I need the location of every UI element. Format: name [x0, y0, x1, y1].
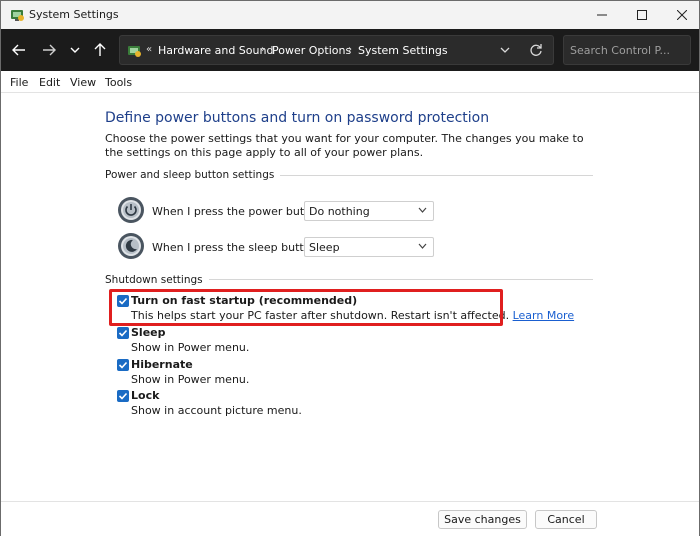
power-button-label: When I press the power button:	[152, 205, 326, 218]
breadcrumb-separator-icon[interactable]: ›	[348, 44, 352, 55]
address-bar[interactable]: « Hardware and Sound › Power Options › S…	[119, 35, 554, 65]
sleep-button-icon	[118, 233, 144, 259]
chevron-down-icon[interactable]	[500, 44, 510, 56]
navigation-bar: « Hardware and Sound › Power Options › S…	[1, 29, 699, 71]
footer-bar: Save changes Cancel	[1, 501, 699, 536]
shutdown-group-label: Shutdown settings	[105, 274, 209, 286]
page-title: Define power buttons and turn on passwor…	[105, 110, 490, 126]
chevron-down-icon	[418, 207, 427, 213]
arrow-right-icon	[43, 44, 56, 56]
sleep-button-select[interactable]: Sleep	[304, 237, 434, 257]
system-settings-window: System Settings « Hardware and Sound › P…	[0, 0, 700, 536]
maximize-icon	[637, 10, 647, 20]
minimize-icon	[597, 14, 607, 16]
save-changes-button[interactable]: Save changes	[438, 510, 527, 529]
sleep-description: Show in Power menu.	[131, 341, 250, 354]
hibernate-description: Show in Power menu.	[131, 373, 250, 386]
highlight-box	[109, 289, 503, 326]
menu-file[interactable]: File	[10, 76, 28, 89]
title-bar: System Settings	[1, 1, 699, 29]
recent-locations-button[interactable]	[65, 39, 85, 61]
close-icon	[677, 10, 687, 20]
page-description: Choose the power settings that you want …	[105, 132, 584, 159]
up-button[interactable]	[90, 39, 110, 61]
sleep-button-value: Sleep	[309, 241, 340, 254]
forward-button[interactable]	[39, 39, 59, 61]
checkmark-icon	[118, 392, 128, 400]
breadcrumb-hardware-and-sound[interactable]: Hardware and Sound	[158, 44, 273, 57]
sleep-title[interactable]: Sleep	[131, 326, 166, 339]
close-button[interactable]	[659, 1, 700, 29]
chevron-down-icon	[418, 243, 427, 249]
power-group-label: Power and sleep button settings	[105, 169, 281, 181]
cancel-button[interactable]: Cancel	[535, 510, 597, 529]
power-button-value: Do nothing	[309, 205, 370, 218]
menu-edit[interactable]: Edit	[39, 76, 60, 89]
breadcrumb-power-options[interactable]: Power Options	[272, 44, 351, 57]
hibernate-checkbox[interactable]	[117, 359, 129, 371]
lock-title[interactable]: Lock	[131, 389, 159, 402]
power-button-icon	[118, 197, 144, 223]
window-title: System Settings	[29, 8, 119, 21]
sleep-button-label: When I press the sleep button:	[152, 241, 322, 254]
back-button[interactable]	[9, 39, 29, 61]
search-box[interactable]	[563, 35, 691, 65]
learn-more-link[interactable]: Learn More	[513, 309, 575, 322]
menu-tools[interactable]: Tools	[105, 76, 132, 89]
menu-view[interactable]: View	[70, 76, 96, 89]
lock-checkbox[interactable]	[117, 390, 129, 402]
chevron-down-icon	[70, 47, 80, 53]
checkmark-icon	[118, 329, 128, 337]
breadcrumb-separator-icon[interactable]: ›	[261, 44, 265, 55]
control-panel-icon	[128, 46, 141, 57]
breadcrumb-system-settings[interactable]: System Settings	[358, 44, 448, 57]
refresh-icon[interactable]	[528, 42, 544, 58]
checkmark-icon	[118, 361, 128, 369]
hibernate-title[interactable]: Hibernate	[131, 358, 193, 371]
arrow-left-icon	[12, 44, 25, 56]
search-input[interactable]	[570, 42, 686, 58]
menu-bar: File Edit View Tools	[1, 71, 699, 93]
lock-description: Show in account picture menu.	[131, 404, 302, 417]
arrow-up-icon	[94, 43, 106, 56]
overflow-chevron-icon[interactable]: «	[146, 44, 152, 55]
sleep-checkbox[interactable]	[117, 327, 129, 339]
control-panel-icon	[11, 10, 24, 21]
power-button-select[interactable]: Do nothing	[304, 201, 434, 221]
